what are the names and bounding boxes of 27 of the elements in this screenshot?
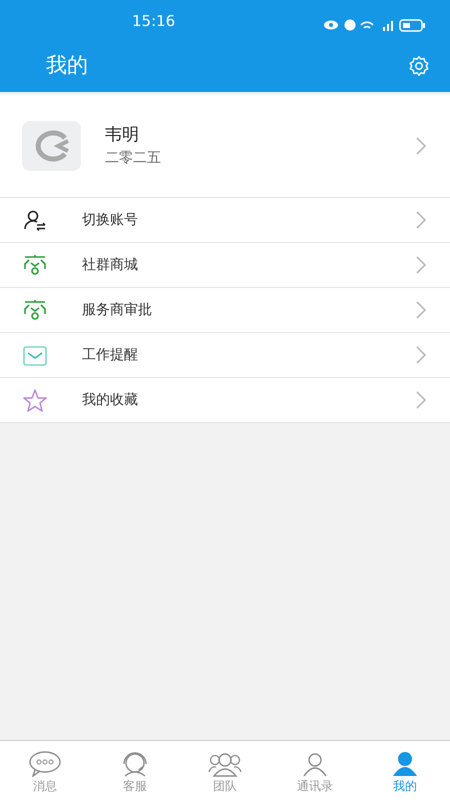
wifi-icon bbox=[360, 22, 374, 29]
person-swap-icon bbox=[22, 208, 48, 232]
storefront-icon bbox=[22, 298, 48, 322]
settings-icon[interactable] bbox=[408, 55, 430, 77]
star-icon bbox=[22, 388, 48, 412]
chevron-icon bbox=[416, 391, 426, 409]
profile-card[interactable]: 韦明 二零二五 bbox=[0, 95, 450, 198]
status-time: 15:16 bbox=[132, 11, 176, 32]
chevron-icon bbox=[416, 137, 426, 155]
menu-item[interactable]: 工作提醒 bbox=[0, 333, 450, 378]
user-name: 韦明 bbox=[105, 124, 140, 147]
chat-bubble-icon bbox=[27, 750, 63, 777]
eye-icon bbox=[324, 20, 338, 30]
battery-icon bbox=[399, 19, 425, 32]
page-title: 我的 bbox=[46, 52, 88, 80]
avatar-icon bbox=[22, 121, 81, 171]
chevron-icon bbox=[416, 301, 426, 319]
menu-item[interactable]: 服务商审批 bbox=[0, 288, 450, 333]
menu-item[interactable]: 社群商城 bbox=[0, 243, 450, 288]
user-subtitle: 二零二五 bbox=[105, 149, 162, 168]
storefront-icon bbox=[22, 252, 48, 278]
chevron-icon bbox=[416, 346, 426, 364]
menu-item[interactable]: 我的收藏 bbox=[0, 378, 450, 423]
signal-icon bbox=[383, 21, 393, 31]
chevron-icon bbox=[416, 256, 426, 274]
menu-item[interactable]: 切换账号 bbox=[0, 198, 450, 243]
chevron-icon bbox=[416, 211, 426, 229]
